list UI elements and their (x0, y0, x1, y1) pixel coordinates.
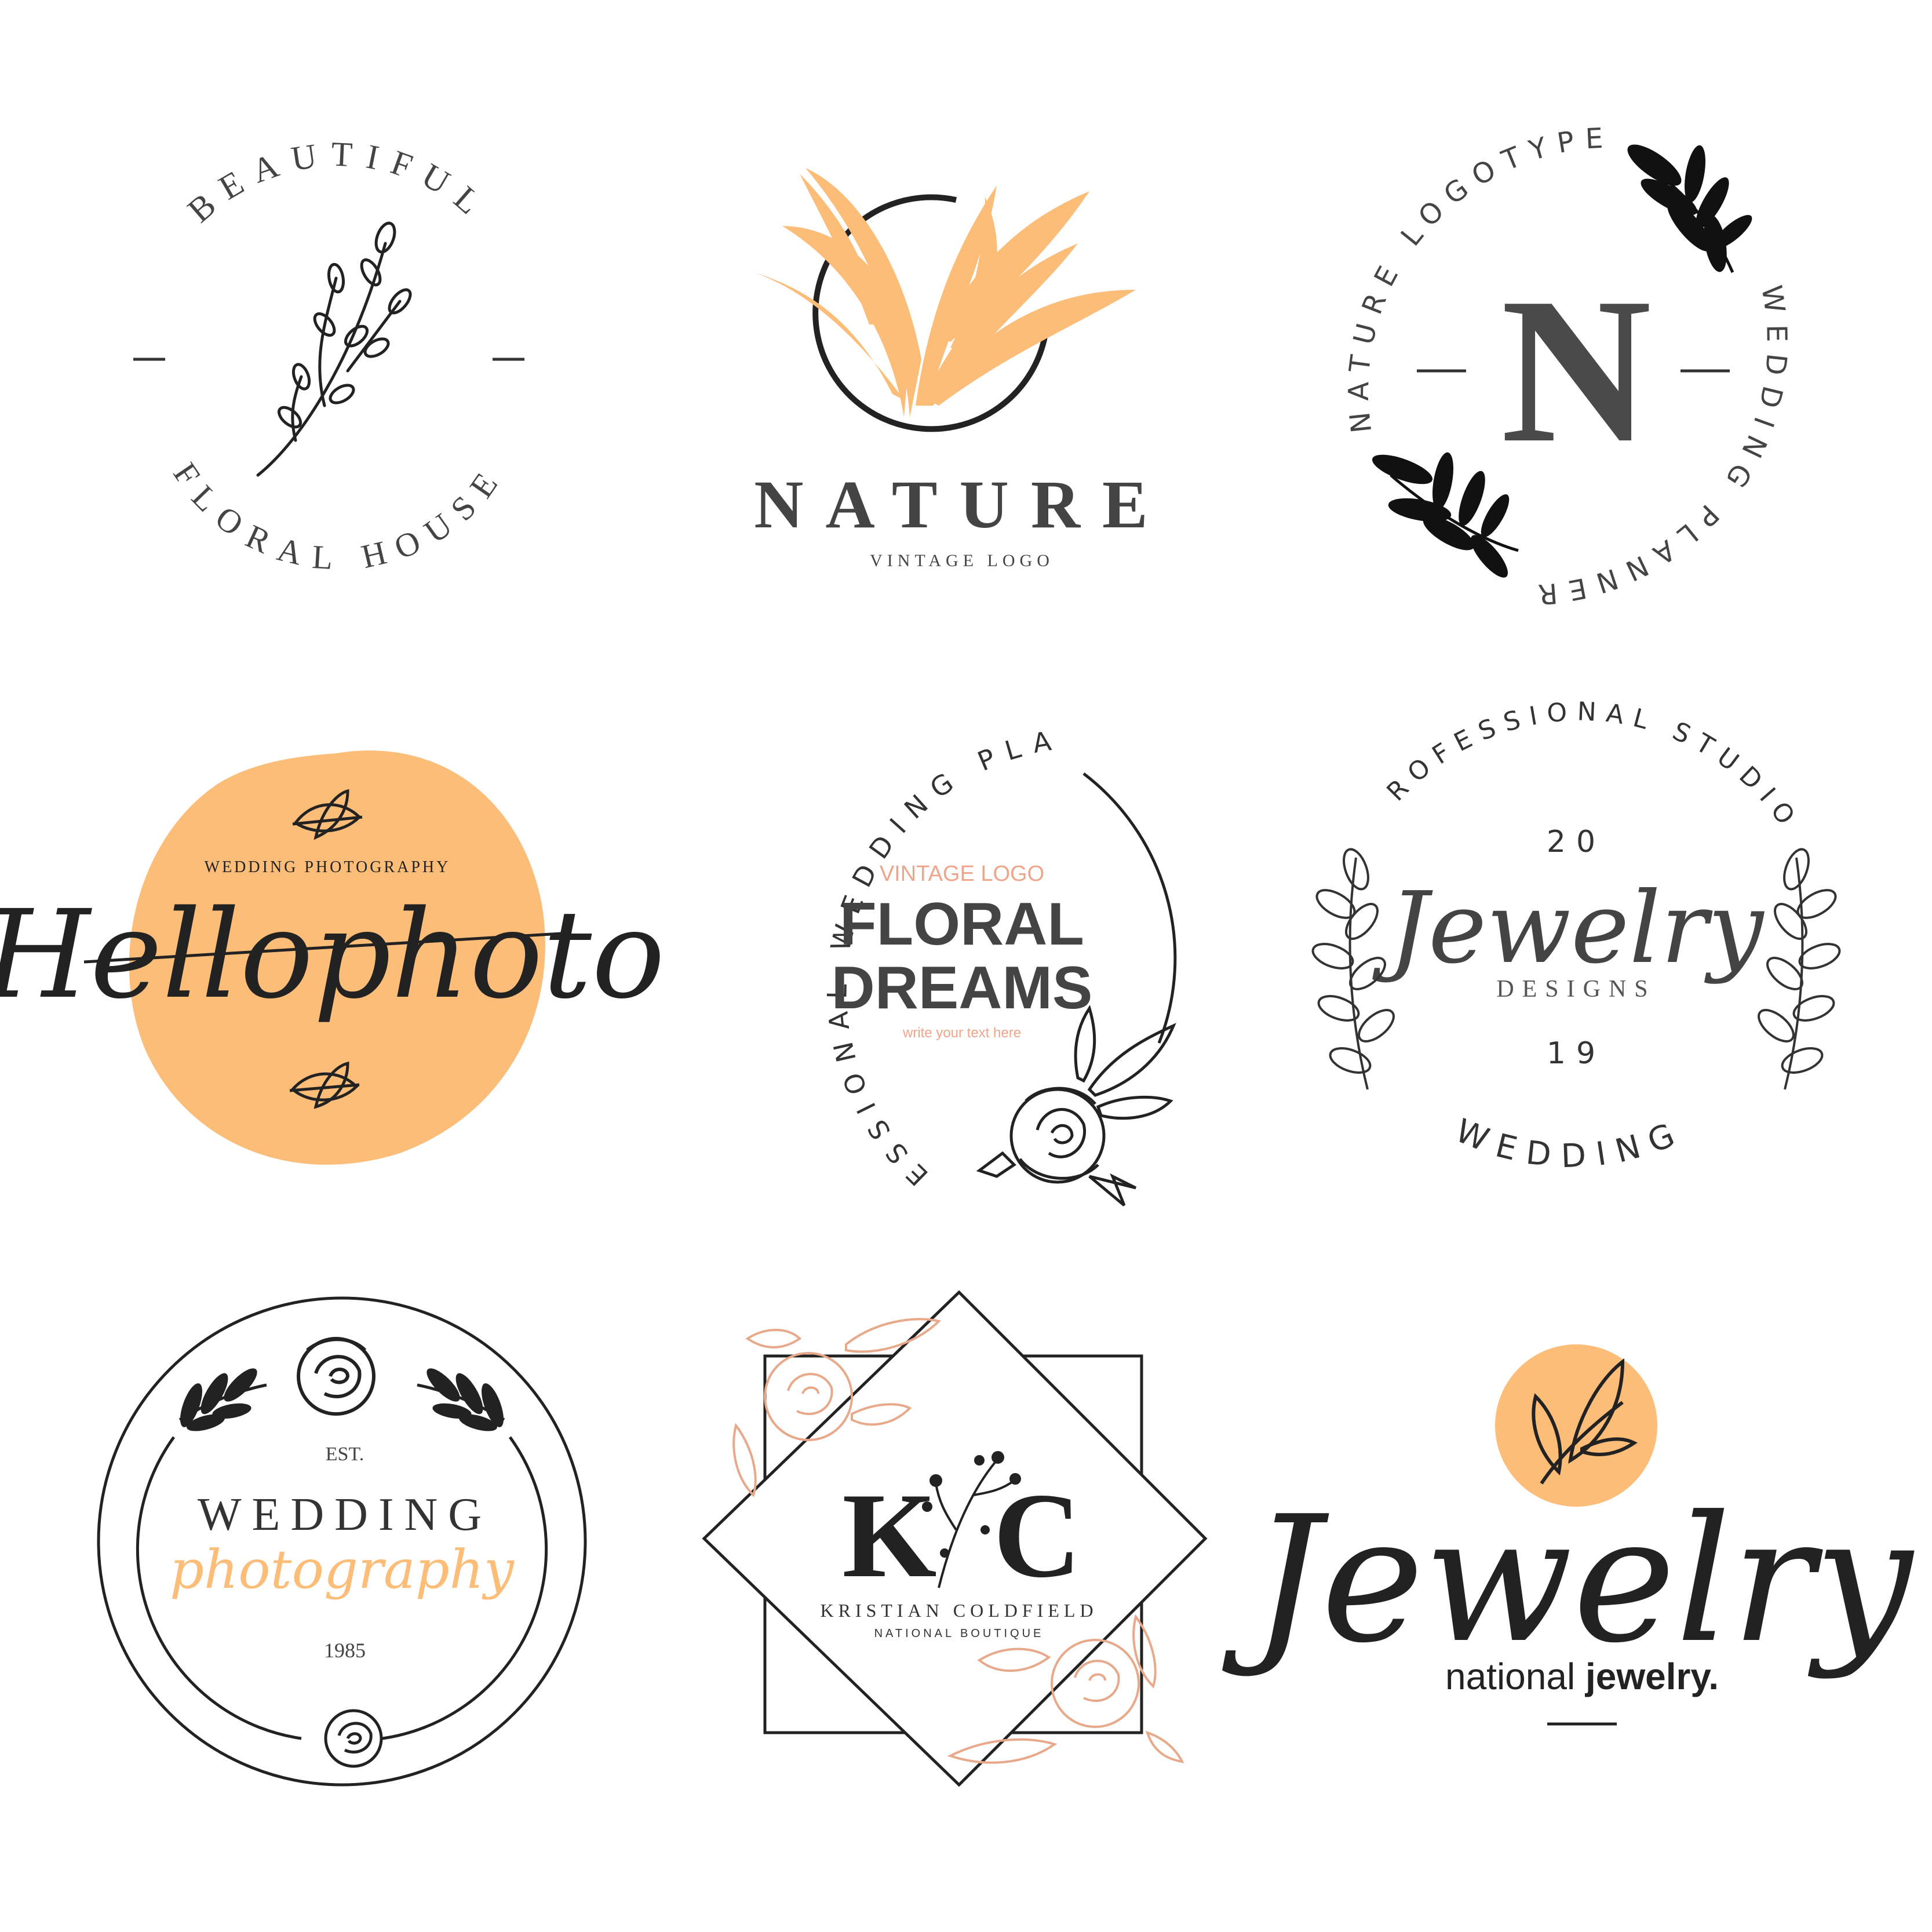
wedding-arc-text: WEDDING (1450, 1112, 1690, 1176)
logo-beautiful-floral-house: BEAUTIFUL FLORAL HOUSE (133, 134, 524, 577)
est-label: EST. (326, 1443, 364, 1465)
monogram-c: C (993, 1468, 1081, 1603)
floral-title-line1: FLORAL (840, 891, 1084, 958)
logo-kc-monogram: K C KRISTIAN COLDFIELD NATIONAL BOUTIQUE (702, 1290, 1208, 1787)
leaf-sprig-icon (178, 1368, 267, 1431)
rose-icon (297, 1337, 376, 1416)
photography-script: photography (170, 1539, 515, 1601)
tagline-regular: national (1445, 1656, 1585, 1697)
year-1985: 1985 (324, 1639, 366, 1662)
wedding-photography-caption: WEDDING PHOTOGRAPHY (205, 858, 451, 876)
kristian-coldfield-name: KRISTIAN COLDFIELD (820, 1600, 1098, 1621)
leaves-icon (753, 168, 1136, 417)
floral-tagline: write your text here (902, 1025, 1021, 1041)
wedding-title: WEDDING (198, 1489, 492, 1540)
beautiful-arc-text: BEAUTIFUL (180, 134, 497, 229)
logo-hellophoto: WEDDING PHOTOGRAPHY Hellophoto (0, 750, 665, 1165)
logo-n-monogram: NATURE LOGOTYPE WEDDING PLANNER N (1343, 122, 1782, 611)
logo-wedding-photography: EST. WEDDING photography 1985 (97, 1296, 587, 1787)
logo-collection: BEAUTIFUL FLORAL HOUSE NATURE VINTAGE LO… (0, 0, 1915, 1787)
rose-icon (324, 1709, 383, 1768)
national-boutique-sub: NATIONAL BOUTIQUE (874, 1627, 1044, 1640)
leaf-sprig-icon (1372, 452, 1519, 578)
national-jewelry-tagline: national jewelry. (1445, 1656, 1719, 1697)
tagline-bold: jewelry. (1585, 1656, 1719, 1697)
vintage-logo-kicker: VINTAGE LOGO (880, 862, 1044, 886)
year-bottom: 19 (1547, 1036, 1606, 1071)
jewelry-script-title: Jewelry (1372, 871, 1765, 986)
nature-title: NATURE (754, 466, 1170, 542)
logo-nature-vintage: NATURE VINTAGE LOGO (753, 168, 1170, 570)
hellophoto-script-title: Hellophoto (0, 884, 665, 1026)
branch-icon (256, 221, 412, 477)
nature-subtitle: VINTAGE LOGO (870, 551, 1054, 570)
laurel-icon (1311, 848, 1395, 1090)
jewelry-large-script: Jewelry (1222, 1479, 1915, 1681)
laurel-icon (1758, 848, 1841, 1090)
logo-jewelry-national: Jewelry national jewelry. (1222, 1344, 1915, 1726)
n-letter: N (1501, 254, 1652, 486)
leaf-sprig-icon (417, 1368, 505, 1431)
floral-ring (1082, 772, 1177, 1044)
floral-title-line2: DREAMS (832, 954, 1093, 1022)
monogram-k: K (842, 1468, 936, 1603)
floral-house-arc-text: FLORAL HOUSE (166, 455, 512, 577)
designs-subtitle: DESIGNS (1496, 976, 1656, 1003)
leaf-sprig-icon (1627, 144, 1752, 274)
year-top: 20 (1547, 825, 1606, 859)
